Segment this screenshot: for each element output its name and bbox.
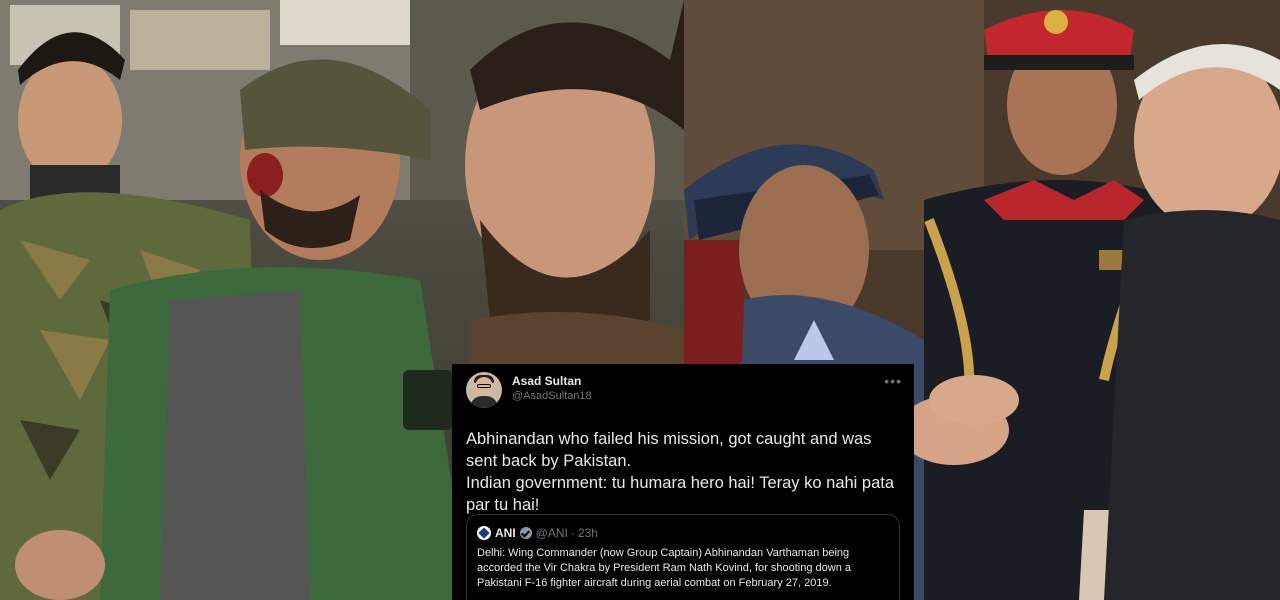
- quote-avatar: [477, 526, 491, 540]
- quote-name: ANI: [495, 526, 516, 540]
- quote-timestamp[interactable]: 23h: [578, 525, 598, 541]
- tweet-text-line: Abhinandan who failed his mission, got c…: [466, 430, 872, 470]
- user-meta: Asad Sultan @AsadSultan18: [512, 374, 592, 404]
- user-name[interactable]: Asad Sultan: [512, 374, 592, 389]
- quote-text: Delhi: Wing Commander (now Group Captain…: [477, 547, 851, 589]
- tweet-text: Abhinandan who failed his mission, got c…: [466, 428, 906, 516]
- avatar[interactable]: [466, 372, 502, 408]
- tweet-text-line: Indian government: tu humara hero hai! T…: [466, 474, 895, 514]
- tweet-header: Asad Sultan @AsadSultan18 •••: [466, 372, 902, 416]
- quote-header: ANI @ANI · 23h: [477, 525, 889, 541]
- quoted-tweet[interactable]: ANI @ANI · 23h Delhi: Wing Commander (no…: [466, 514, 900, 600]
- more-horizontal-icon[interactable]: •••: [884, 374, 902, 388]
- tweet-card[interactable]: Asad Sultan @AsadSultan18 ••• Abhinandan…: [452, 364, 914, 600]
- user-handle[interactable]: @AsadSultan18: [512, 389, 592, 404]
- verified-badge-icon: [519, 527, 532, 539]
- quote-separator: ·: [570, 526, 575, 540]
- quote-handle: @ANI: [535, 526, 568, 540]
